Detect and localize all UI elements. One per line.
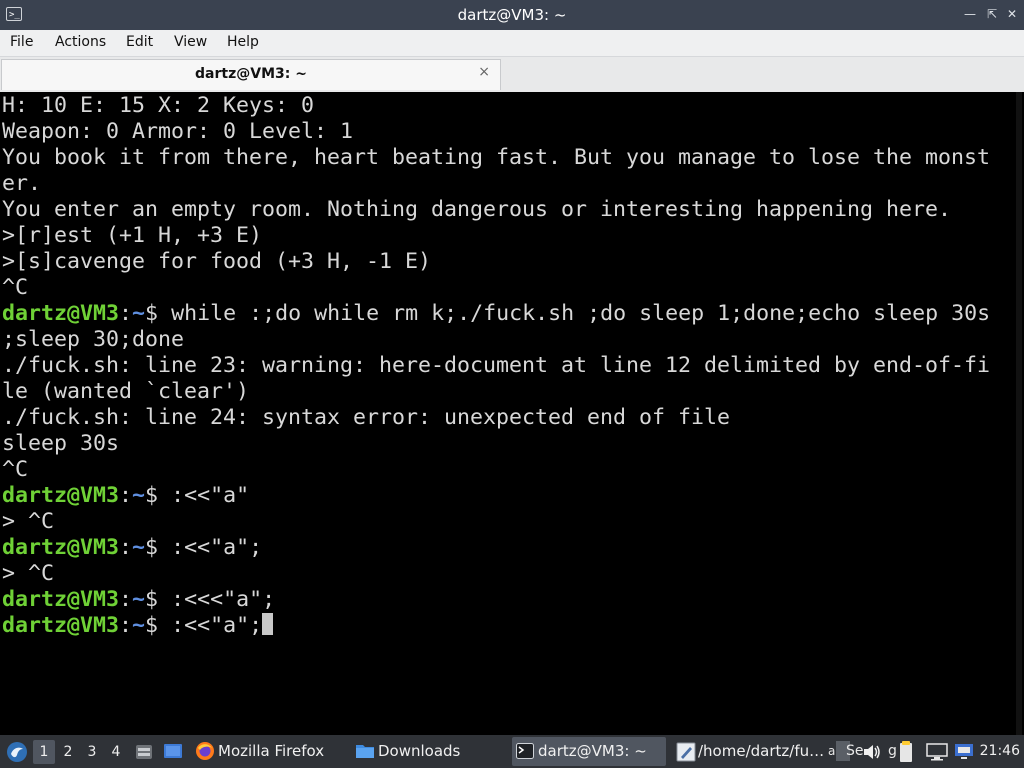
clock[interactable]: 21:46 (980, 735, 1020, 768)
prompt-line: dartz@VM3:~$ :<<<"a"; (2, 587, 1010, 613)
menu-edit[interactable]: Edit (126, 34, 153, 50)
prompt-path: ~ (132, 587, 146, 612)
prompt-line-current[interactable]: dartz@VM3:~$ :<<"a"; (2, 613, 1010, 639)
terminal-line: ./fuck.sh: line 24: syntax error: unexpe… (2, 405, 731, 430)
tab-label: dartz@VM3: ~ (195, 66, 307, 82)
firefox-icon (196, 742, 214, 760)
prompt-separator: : (119, 301, 133, 326)
prompt-separator: : (119, 483, 133, 508)
window-titlebar[interactable]: >_ dartz@VM3: ~ — ⇱ ✕ (0, 0, 1024, 30)
terminal-line: ;sleep 30;done (2, 327, 185, 352)
terminal-line: You book it from there, heart beating fa… (2, 145, 991, 170)
workspace-4[interactable]: 4 (105, 740, 127, 764)
volume-icon[interactable] (862, 743, 882, 761)
prompt-user: dartz@VM3 (2, 301, 120, 326)
command-input[interactable]: :<<"a"; (171, 613, 262, 638)
prompt-path: ~ (132, 535, 146, 560)
prompt-separator: : (119, 535, 133, 560)
prompt-user: dartz@VM3 (2, 483, 120, 508)
tray-text: Se (846, 743, 864, 759)
workspace-1[interactable]: 1 (33, 740, 55, 764)
clipboard-icon[interactable] (898, 740, 914, 764)
task-editor[interactable]: /home/dartz/fu… (672, 737, 826, 766)
terminal-line: le (wanted `clear') (2, 379, 250, 404)
terminal-line: > ^C (2, 561, 55, 586)
terminal-scrollbar[interactable] (1016, 92, 1022, 735)
terminal-output: H: 10 E: 15 X: 2 Keys: 0 Weapon: 0 Armor… (2, 93, 1010, 639)
tab-close-icon[interactable]: × (478, 64, 490, 80)
command-text: while :;do while rm k;./fuck.sh ;do slee… (171, 301, 991, 326)
start-menu-icon[interactable] (6, 741, 28, 763)
prompt-separator: : (119, 587, 133, 612)
prompt-symbol: $ (145, 301, 172, 326)
terminal-line: ./fuck.sh: line 23: warning: here-docume… (2, 353, 991, 378)
window-title: dartz@VM3: ~ (457, 6, 567, 24)
prompt-symbol: $ (145, 587, 172, 612)
show-desktop-icon[interactable] (162, 742, 184, 762)
prompt-path: ~ (132, 613, 146, 638)
minimize-icon[interactable]: — (962, 6, 978, 22)
terminal-line: >[r]est (+1 H, +3 E) (2, 223, 263, 248)
prompt-user: dartz@VM3 (2, 587, 120, 612)
terminal-line: > ^C (2, 509, 55, 534)
folder-icon (356, 745, 374, 758)
task-downloads[interactable]: Downloads (352, 737, 506, 766)
prompt-path: ~ (132, 483, 146, 508)
terminal-line: Weapon: 0 Armor: 0 Level: 1 (2, 119, 354, 144)
menu-view[interactable]: View (174, 34, 207, 50)
command-text: :<<"a"; (171, 535, 263, 560)
terminal-line: >[s]cavenge for food (+3 H, -1 E) (2, 249, 432, 274)
terminal-line: sleep 30s (2, 431, 120, 456)
workspace-2[interactable]: 2 (57, 740, 79, 764)
prompt-symbol: $ (145, 483, 172, 508)
terminal-line: er. (2, 171, 42, 196)
task-label: dartz@VM3: ~ (538, 742, 647, 760)
close-window-icon[interactable]: ✕ (1004, 6, 1020, 22)
command-text: :<<"a" (171, 483, 250, 508)
prompt-user: dartz@VM3 (2, 535, 120, 560)
task-firefox[interactable]: Mozilla Firefox (192, 737, 346, 766)
workspace-3[interactable]: 3 (81, 740, 103, 764)
text-editor-icon (676, 742, 696, 762)
maximize-icon[interactable]: ⇱ (984, 6, 1000, 22)
terminal-line: H: 10 E: 15 X: 2 Keys: 0 (2, 93, 315, 118)
task-label: Downloads (378, 742, 461, 760)
command-text: :<<<"a"; (171, 587, 276, 612)
terminal-view[interactable]: H: 10 E: 15 X: 2 Keys: 0 Weapon: 0 Armor… (0, 92, 1024, 735)
menu-file[interactable]: File (10, 34, 33, 50)
prompt-line: dartz@VM3:~$ :<<"a"; (2, 535, 1010, 561)
task-label: /home/dartz/fu… (698, 742, 825, 760)
tab-terminal[interactable]: dartz@VM3: ~ × (1, 59, 501, 90)
menu-actions[interactable]: Actions (55, 34, 106, 50)
prompt-path: ~ (132, 301, 146, 326)
display-icon[interactable] (926, 743, 948, 761)
tray-text: g (888, 743, 897, 759)
tray-overflow-text: a (828, 744, 836, 758)
taskbar: 1 2 3 4 Mozilla Firefox Downloads dartz@… (0, 735, 1024, 768)
prompt-line: dartz@VM3:~$ :<<"a" (2, 483, 1010, 509)
prompt-separator: : (119, 613, 133, 638)
menubar: File Actions Edit View Help (0, 30, 1024, 57)
network-icon[interactable] (954, 743, 974, 761)
task-terminal[interactable]: dartz@VM3: ~ (512, 737, 666, 766)
prompt-user: dartz@VM3 (2, 613, 120, 638)
terminal-line: ^C (2, 275, 29, 300)
terminal-icon (516, 743, 534, 759)
terminal-line: You enter an empty room. Nothing dangero… (2, 197, 952, 222)
tab-bar: dartz@VM3: ~ × (0, 57, 1024, 92)
prompt-line: dartz@VM3:~$ while :;do while rm k;./fuc… (2, 301, 1010, 327)
menu-help[interactable]: Help (227, 34, 259, 50)
task-label: Mozilla Firefox (218, 742, 325, 760)
prompt-symbol: $ (145, 535, 172, 560)
prompt-symbol: $ (145, 613, 172, 638)
file-manager-launcher-icon[interactable] (134, 742, 154, 762)
text-cursor (262, 613, 274, 635)
terminal-line: ^C (2, 457, 29, 482)
